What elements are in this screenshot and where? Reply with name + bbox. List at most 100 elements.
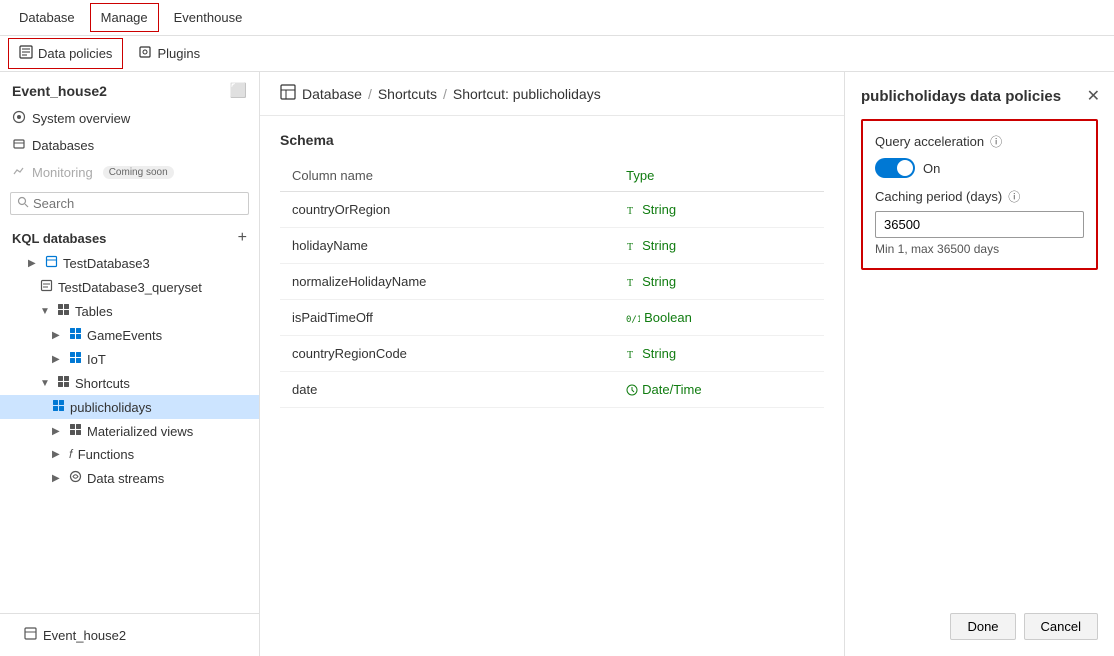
gameevents-icon [69,327,82,343]
svg-text:0/1: 0/1 [626,315,640,324]
col-name-header: Column name [280,160,614,192]
chevron-ge-icon: ▶ [52,330,64,341]
col-name-cell: isPaidTimeOff [280,300,614,336]
second-nav: Data policies Plugins [0,36,1114,72]
col-type-cell: T String [614,228,824,264]
col-name-cell: date [280,372,614,408]
col-name-cell: holidayName [280,228,614,264]
queryset-icon [40,279,53,295]
caching-input[interactable] [875,211,1084,238]
query-acceleration-label: Query acceleration ⓘ [875,133,1084,150]
sidebar-system-overview[interactable]: System overview [0,105,259,132]
eventhouse-header: Event_house2 ⬜ [0,72,259,105]
tree-queryset[interactable]: TestDatabase3_queryset [0,275,259,299]
breadcrumb: Database / Shortcuts / Shortcut: publich… [260,72,844,116]
tree-data-streams[interactable]: ▶ Data streams [0,466,259,490]
databases-icon [12,137,26,154]
sidebar: Event_house2 ⬜ System overview Databases… [0,72,260,656]
data-policies-section: Query acceleration ⓘ On Caching period (… [861,119,1098,270]
matview-icon [69,423,82,439]
tree-materialized-views[interactable]: ▶ Materialized views [0,419,259,443]
table-row: holidayNameT String [280,228,824,264]
table-row: isPaidTimeOff0/1 Boolean [280,300,824,336]
breadcrumb-database: Database [302,86,362,102]
col-type-cell: Date/Time [614,372,824,408]
breadcrumb-shortcuts: Shortcuts [378,86,437,102]
nav-eventhouse[interactable]: Eventhouse [163,3,254,32]
close-button[interactable]: ✕ [1087,86,1100,106]
main-layout: Event_house2 ⬜ System overview Databases… [0,72,1114,656]
col-name-cell: countryOrRegion [280,192,614,228]
svg-text:T: T [627,350,633,360]
breadcrumb-sep2: / [443,86,447,102]
col-type-cell: T String [614,192,824,228]
chevron-func-icon: ▶ [52,449,64,460]
publicholidays-icon [52,399,65,415]
schema-title: Schema [280,132,824,148]
tree-gameevents[interactable]: ▶ GameEvents [0,323,259,347]
tree-iot[interactable]: ▶ IoT [0,347,259,371]
qa-info-icon[interactable]: ⓘ [990,133,1002,150]
content-area: Database / Shortcuts / Shortcut: publich… [260,72,844,656]
func-icon: 𝑓 [69,447,73,462]
chevron-mv-icon: ▶ [52,426,64,437]
tree-tables[interactable]: ▼ Tables [0,299,259,323]
tree-shortcuts[interactable]: ▼ Shortcuts [0,371,259,395]
nav-data-policies[interactable]: Data policies [8,38,123,69]
table-row: countryRegionCodeT String [280,336,824,372]
tree-testdatabase3[interactable]: ▶ TestDatabase3 [0,251,259,275]
schema-section: Schema Column name Type countryOrRegionT… [260,116,844,424]
tree-publicholidays[interactable]: publicholidays [0,395,259,419]
table-row: normalizeHolidayNameT String [280,264,824,300]
toggle-row: On [875,158,1084,178]
table-row: date Date/Time [280,372,824,408]
cancel-button[interactable]: Cancel [1024,613,1098,640]
kql-databases-section[interactable]: KQL databases + [0,221,259,251]
top-nav: Database Manage Eventhouse [0,0,1114,36]
breadcrumb-sep1: / [368,86,372,102]
search-icon [17,196,29,211]
header-icons: ⬜ [230,82,247,99]
sidebar-databases[interactable]: Databases [0,132,259,159]
panel-footer: Done Cancel [861,603,1098,640]
shortcuts-icon [57,375,70,391]
sidebar-eventhouse2[interactable]: Event_house2 [12,622,247,648]
search-box[interactable] [10,192,249,215]
right-panel-title: publicholidays data policies [861,88,1098,105]
tree-functions[interactable]: ▶ 𝑓 Functions [0,443,259,466]
nav-plugins[interactable]: Plugins [127,38,211,69]
eventhouse-label: Event_house2 [12,83,107,99]
caching-hint: Min 1, max 36500 days [875,242,1084,256]
col-type-cell: T String [614,264,824,300]
done-button[interactable]: Done [950,613,1015,640]
chevron-tables-icon: ▼ [40,306,52,317]
policy-icon [19,45,33,62]
svg-text:T: T [627,242,633,252]
overview-icon [12,110,26,127]
tables-icon [57,303,70,319]
table-row: countryOrRegionT String [280,192,824,228]
col-type-cell: T String [614,336,824,372]
caching-info-icon[interactable]: ⓘ [1008,188,1020,205]
right-panel: publicholidays data policies ✕ Query acc… [844,72,1114,656]
col-type-cell: 0/1 Boolean [614,300,824,336]
qa-toggle[interactable] [875,158,915,178]
nav-manage[interactable]: Manage [90,3,159,32]
nav-database[interactable]: Database [8,3,86,32]
chevron-iot-icon: ▶ [52,354,64,365]
col-type-header: Type [614,160,824,192]
stream-icon [69,470,82,486]
chevron-shortcuts-icon: ▼ [40,378,52,389]
chevron-icon: ▶ [28,258,40,269]
coming-soon-badge: Coming soon [103,166,174,179]
search-input[interactable] [33,196,242,211]
schema-table: Column name Type countryOrRegionT String… [280,160,824,408]
svg-text:T: T [627,206,633,216]
add-database-button[interactable]: + [238,229,247,247]
sidebar-monitoring[interactable]: Monitoring Coming soon [0,159,259,186]
breadcrumb-shortcut: Shortcut: publicholidays [453,86,601,102]
eventhouse2-icon [24,627,37,643]
caching-label: Caching period (days) ⓘ [875,188,1084,205]
expand-icon[interactable]: ⬜ [230,82,247,99]
db-icon [45,255,58,271]
